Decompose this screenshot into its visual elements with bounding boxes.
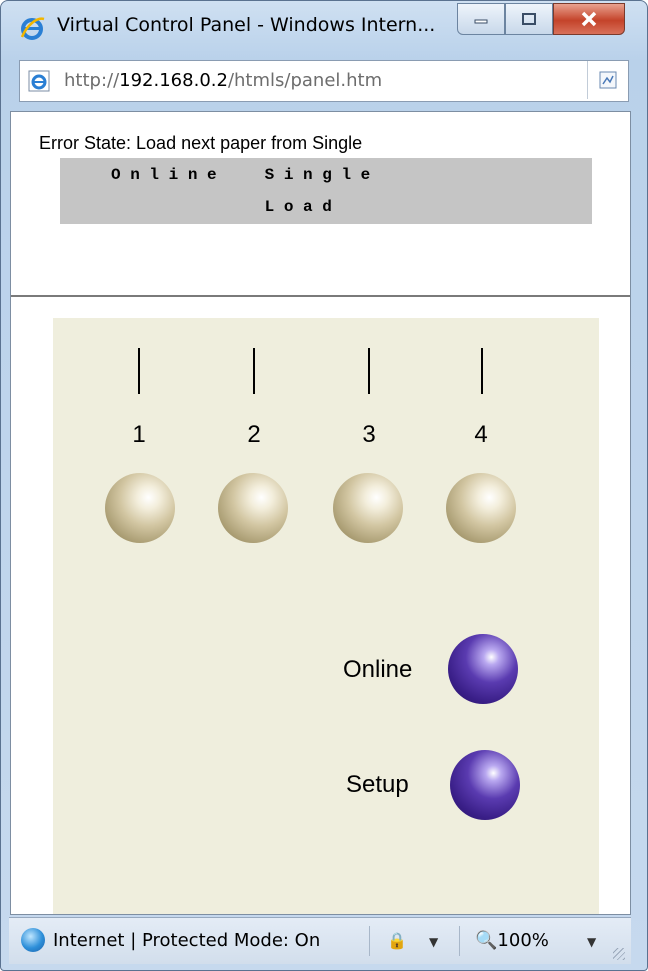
- button-4[interactable]: [446, 473, 516, 543]
- button-1[interactable]: [105, 473, 175, 543]
- indicator-label-3: 3: [362, 421, 376, 448]
- url-path: /htmls/panel.htm: [227, 70, 383, 91]
- window-title: Virtual Control Panel - Windows Intern..…: [57, 14, 436, 36]
- online-button[interactable]: [448, 634, 518, 704]
- status-bar: Internet | Protected Mode: On 🔒 ▼ 🔍100% …: [9, 917, 631, 964]
- close-icon: [581, 11, 597, 27]
- setup-button[interactable]: [450, 750, 520, 820]
- status-separator: [459, 926, 460, 956]
- window-controls: [457, 3, 625, 37]
- lcd-display: O n l i n e S i n g l e L o a d: [60, 158, 592, 224]
- lcd-line-2: L o a d: [111, 198, 332, 216]
- security-lock-icon[interactable]: 🔒: [387, 931, 407, 950]
- indicator-label-4: 4: [474, 421, 488, 448]
- control-panel: 1 2 3 4 Online Setup: [53, 318, 599, 914]
- resize-grip-icon[interactable]: [613, 948, 625, 960]
- maximize-button[interactable]: [505, 3, 553, 35]
- browser-window: Virtual Control Panel - Windows Intern..…: [0, 0, 648, 971]
- address-bar[interactable]: http://192.168.0.2/htmls/panel.htm: [19, 60, 629, 102]
- button-3[interactable]: [333, 473, 403, 543]
- online-label: Online: [343, 656, 413, 683]
- error-state-text: Error State: Load next paper from Single: [39, 133, 363, 153]
- maximize-icon: [522, 13, 536, 25]
- compatibility-view-icon: [599, 71, 617, 89]
- zoom-dropdown-icon[interactable]: ▼: [587, 935, 596, 949]
- indicator-line-4: [481, 348, 483, 394]
- url-prefix: http://: [64, 70, 120, 91]
- zone-status-text[interactable]: Internet | Protected Mode: On: [53, 930, 320, 951]
- indicator-label-2: 2: [247, 421, 261, 448]
- ie-page-icon: [28, 70, 50, 92]
- page-content: Error State: Load next paper from Single…: [10, 111, 631, 915]
- button-2[interactable]: [218, 473, 288, 543]
- minimize-button[interactable]: [457, 3, 505, 35]
- frame-divider: [11, 295, 630, 297]
- indicator-line-3: [368, 348, 370, 394]
- compatibility-view-button[interactable]: [587, 61, 628, 99]
- minimize-icon: [474, 19, 488, 24]
- close-button[interactable]: [553, 3, 625, 35]
- url-text[interactable]: http://192.168.0.2/htmls/panel.htm: [64, 70, 382, 91]
- indicator-label-1: 1: [132, 421, 146, 448]
- chevron-down-icon[interactable]: ▼: [429, 935, 438, 949]
- indicator-line-2: [253, 348, 255, 394]
- zoom-level[interactable]: 🔍100%: [475, 930, 549, 951]
- zoom-icon: 🔍: [475, 930, 498, 951]
- internet-explorer-icon: [20, 17, 45, 40]
- url-host: 192.168.0.2: [119, 70, 228, 91]
- setup-label: Setup: [346, 771, 409, 798]
- title-bar[interactable]: Virtual Control Panel - Windows Intern..…: [1, 1, 647, 53]
- zoom-text: 100%: [497, 930, 549, 951]
- status-separator: [369, 926, 370, 956]
- indicator-line-1: [138, 348, 140, 394]
- lcd-line-1: O n l i n e S i n g l e: [111, 166, 371, 184]
- internet-zone-icon: [21, 928, 45, 952]
